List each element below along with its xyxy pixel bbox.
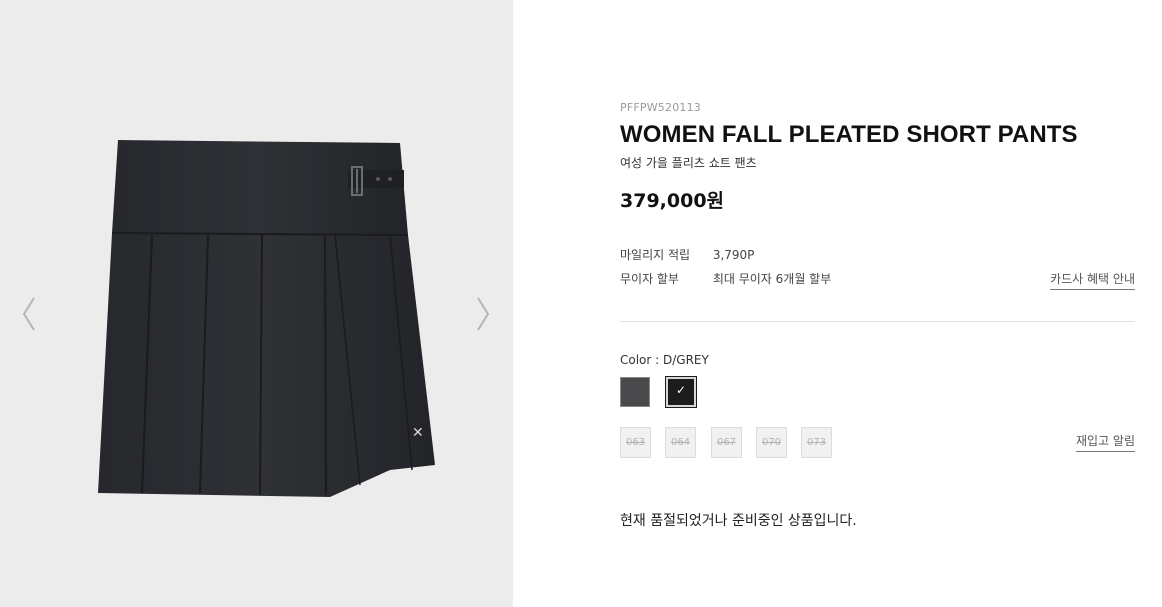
color-label: Color : D/GREY <box>620 353 709 367</box>
product-title: WOMEN FALL PLEATED SHORT PANTS <box>620 121 1078 148</box>
mileage-label: 마일리지 적립 <box>620 248 691 262</box>
divider <box>620 321 1135 322</box>
installment-row: 무이자 할부 최대 무이자 6개월 할부 <box>620 270 831 287</box>
chevron-right-icon[interactable] <box>470 290 494 338</box>
check-icon: ✓ <box>675 383 687 397</box>
chevron-left-icon[interactable] <box>18 290 42 338</box>
product-image: ✕ <box>98 140 435 497</box>
mileage-row: 마일리지 적립 3,790P <box>620 246 754 263</box>
product-subtitle: 여성 가을 플리츠 쇼트 팬츠 <box>620 156 757 170</box>
size-option-064[interactable]: 064 <box>665 427 696 458</box>
product-info: PFFPW520113 WOMEN FALL PLEATED SHORT PAN… <box>620 0 1135 607</box>
color-swatch-grey[interactable] <box>620 377 650 407</box>
restock-alert-link[interactable]: 재입고 알림 <box>1075 432 1135 452</box>
size-option-073[interactable]: 073 <box>801 427 832 458</box>
product-gallery: ✕ <box>0 0 513 607</box>
product-code: PFFPW520113 <box>620 101 701 114</box>
card-benefits-link[interactable]: 카드사 혜택 안내 <box>1050 270 1135 290</box>
installment-label: 무이자 할부 <box>620 272 680 286</box>
size-option-070[interactable]: 070 <box>756 427 787 458</box>
size-option-067[interactable]: 067 <box>711 427 742 458</box>
mileage-value: 3,790P <box>712 248 755 262</box>
color-swatch-dark-grey[interactable]: ✓ <box>665 376 697 408</box>
product-price: 379,000원 <box>620 190 725 212</box>
size-option-063[interactable]: 063 <box>620 427 651 458</box>
sold-out-message: 현재 품절되었거나 준비중인 상품입니다. <box>620 513 857 529</box>
svg-text:✕: ✕ <box>412 425 424 441</box>
installment-value: 최대 무이자 6개월 할부 <box>712 272 832 286</box>
